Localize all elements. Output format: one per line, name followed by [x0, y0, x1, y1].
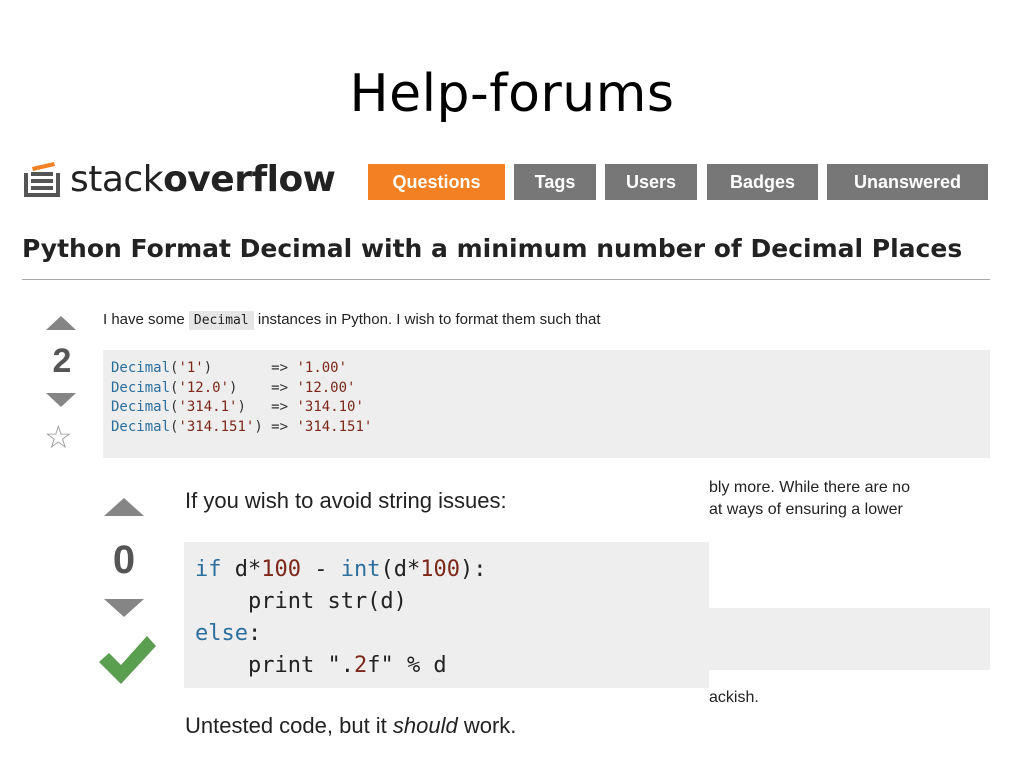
question-downvote-icon[interactable] [46, 393, 76, 407]
obscured-code-block [709, 608, 990, 670]
question-upvote-icon[interactable] [46, 316, 76, 330]
answer-footer-after: work. [457, 713, 517, 738]
inline-code-decimal: Decimal [188, 311, 254, 330]
slide-title: Help-forums [349, 64, 675, 124]
nav-badges-button[interactable]: Badges [707, 164, 818, 200]
answer-vote-count: 0 [112, 538, 136, 582]
stack-logo-icon [24, 162, 60, 197]
question-code-block: Decimal('1') => '1.00' Decimal('12.0') =… [103, 350, 990, 458]
stackoverflow-logo[interactable]: stackoverflow [22, 156, 336, 202]
title-divider [22, 279, 990, 280]
nav-users-button[interactable]: Users [605, 164, 697, 200]
obscured-text-line-2: at ways of ensuring a lower [709, 501, 903, 518]
nav-questions-button[interactable]: Questions [368, 164, 505, 200]
nav-unanswered-button[interactable]: Unanswered [827, 164, 988, 200]
question-title[interactable]: Python Format Decimal with a minimum num… [22, 234, 962, 263]
question-text-before: I have some [103, 311, 185, 328]
accepted-checkmark-icon [99, 636, 156, 684]
obscured-text-line-3: ackish. [709, 689, 759, 706]
answer-footer-text: Untested code, but it should work. [185, 713, 516, 739]
logo-text-bold: overflow [163, 158, 336, 200]
answer-downvote-icon[interactable] [104, 599, 144, 617]
answer-upvote-icon[interactable] [104, 498, 144, 516]
accepted-answer-panel: 0 If you wish to avoid string issues: if… [85, 458, 709, 758]
answer-footer-emphasis: should [392, 713, 458, 738]
question-body-text: I have some Decimal instances in Python.… [103, 311, 601, 330]
answer-footer-before: Untested code, but it [185, 713, 393, 738]
answer-intro-text: If you wish to avoid string issues: [185, 488, 507, 513]
question-vote-count: 2 [52, 342, 72, 380]
question-code: Decimal('1') => '1.00' Decimal('12.0') =… [111, 360, 373, 435]
answer-code-block: if d*100 - int(d*100): print str(d) else… [184, 542, 709, 688]
answer-code: if d*100 - int(d*100): print str(d) else… [195, 557, 487, 678]
favorite-star-icon[interactable]: ☆ [44, 421, 73, 453]
nav-tags-button[interactable]: Tags [514, 164, 596, 200]
question-text-after: instances in Python. I wish to format th… [257, 311, 601, 328]
logo-text-light: stack [70, 158, 164, 200]
obscured-text-line-1: bly more. While there are no [709, 479, 910, 496]
